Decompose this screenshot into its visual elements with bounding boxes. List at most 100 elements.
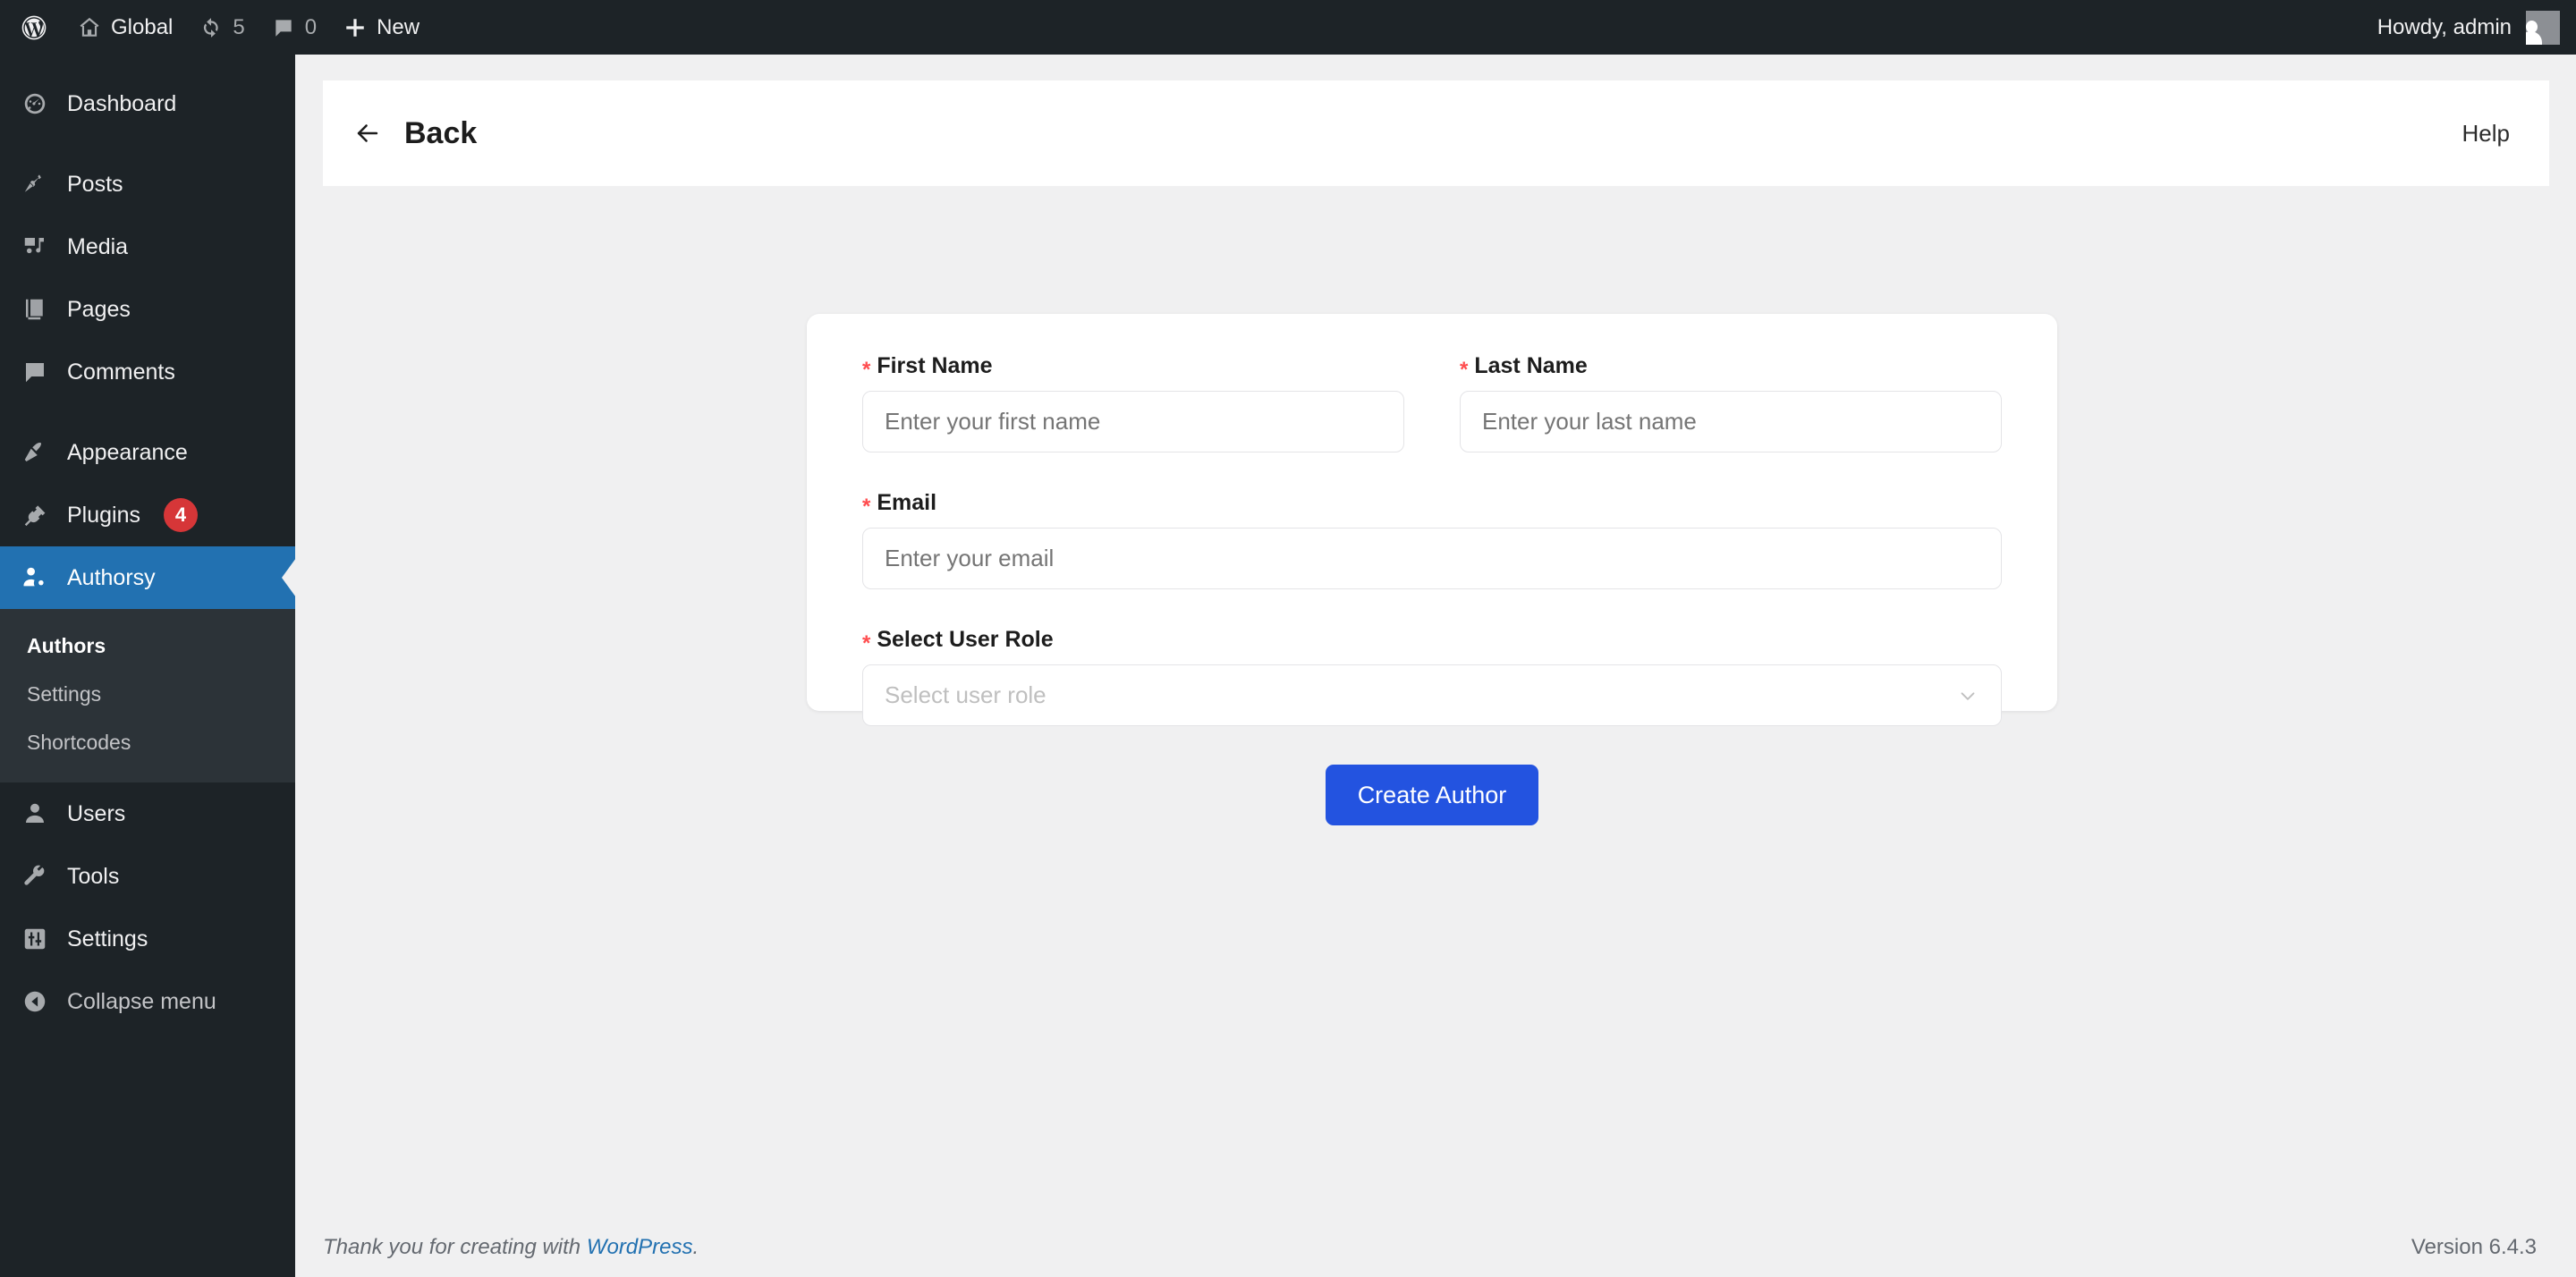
media-icon bbox=[20, 232, 50, 262]
back-button[interactable]: Back bbox=[351, 116, 477, 151]
sliders-icon bbox=[20, 924, 50, 954]
plug-icon bbox=[20, 500, 50, 530]
first-name-label-text: First Name bbox=[877, 353, 993, 378]
user-role-select[interactable]: Select user role bbox=[862, 664, 2002, 726]
admin-bar: Global 5 0 New Howdy, admin bbox=[0, 0, 2576, 55]
sidebar-item-tools[interactable]: Tools bbox=[0, 845, 295, 908]
sidebar-item-settings[interactable]: Settings bbox=[0, 908, 295, 970]
email-field-group: * Email bbox=[862, 490, 2002, 589]
footer-thanks: Thank you for creating with WordPress. bbox=[323, 1235, 699, 1260]
main-content-area: Back Help * First Name * Last Name bbox=[295, 55, 2576, 1277]
sidebar-item-label: Media bbox=[67, 233, 129, 259]
sidebar-item-plugins[interactable]: Plugins 4 bbox=[0, 484, 295, 546]
collapse-icon bbox=[20, 986, 50, 1017]
updates-menu[interactable]: 5 bbox=[186, 0, 258, 55]
admin-footer: Thank you for creating with WordPress. V… bbox=[295, 1218, 2576, 1277]
sidebar-item-label: Settings bbox=[67, 926, 148, 951]
footer-thanks-text: Thank you for creating with bbox=[323, 1235, 587, 1259]
submenu-item-settings[interactable]: Settings bbox=[0, 670, 295, 718]
required-asterisk: * bbox=[862, 631, 871, 655]
menu-spacer-2 bbox=[0, 403, 295, 421]
admin-sidebar-menu: Dashboard Posts Media Pages Comments App… bbox=[0, 55, 295, 1277]
dashboard-icon bbox=[20, 89, 50, 119]
sidebar-item-label: Collapse menu bbox=[67, 988, 216, 1014]
last-name-input[interactable] bbox=[1460, 391, 2002, 452]
sidebar-item-label: Plugins bbox=[67, 502, 140, 528]
updates-refresh-icon bbox=[199, 16, 223, 39]
howdy-label: Howdy, admin bbox=[2377, 14, 2512, 39]
pages-icon bbox=[20, 294, 50, 325]
first-name-field-group: * First Name bbox=[862, 353, 1404, 452]
last-name-label-text: Last Name bbox=[1474, 353, 1588, 378]
sidebar-item-comments[interactable]: Comments bbox=[0, 341, 295, 403]
sidebar-item-dashboard[interactable]: Dashboard bbox=[0, 72, 295, 135]
back-label: Back bbox=[404, 115, 478, 150]
plugins-update-badge: 4 bbox=[164, 498, 198, 532]
admin-bar-left: Global 5 0 New bbox=[0, 0, 433, 55]
avatar bbox=[2526, 10, 2560, 45]
email-input[interactable] bbox=[862, 528, 2002, 589]
new-content-menu[interactable]: New bbox=[330, 0, 433, 55]
user-role-label-text: Select User Role bbox=[877, 627, 1054, 652]
comments-menu[interactable]: 0 bbox=[258, 0, 330, 55]
user-role-placeholder: Select user role bbox=[885, 681, 1046, 708]
authorsy-submenu: Authors Settings Shortcodes bbox=[0, 609, 295, 782]
last-name-label: * Last Name bbox=[1460, 353, 2002, 381]
sidebar-item-label: Comments bbox=[67, 359, 175, 385]
create-author-button[interactable]: Create Author bbox=[1325, 765, 1539, 825]
menu-spacer-1 bbox=[0, 135, 295, 153]
home-icon bbox=[78, 16, 101, 39]
sidebar-item-label: Posts bbox=[67, 171, 123, 197]
help-button[interactable]: Help bbox=[2462, 120, 2510, 148]
first-name-label: * First Name bbox=[862, 353, 1404, 382]
wordpress-version: Version 6.4.3 bbox=[2411, 1235, 2537, 1259]
menu-spacer-top bbox=[0, 55, 295, 72]
wordpress-logo-icon bbox=[20, 13, 48, 42]
sidebar-item-posts[interactable]: Posts bbox=[0, 153, 295, 216]
last-name-field-group: * Last Name bbox=[1460, 353, 2002, 452]
sidebar-item-label: Appearance bbox=[67, 439, 188, 465]
submenu-item-shortcodes[interactable]: Shortcodes bbox=[0, 718, 295, 766]
comment-bubble-icon bbox=[272, 16, 295, 39]
site-name-menu[interactable]: Global bbox=[64, 0, 186, 55]
my-account-menu[interactable]: Howdy, admin bbox=[2377, 0, 2576, 55]
required-asterisk: * bbox=[862, 358, 871, 382]
new-content-label: New bbox=[377, 14, 420, 39]
sidebar-item-appearance[interactable]: Appearance bbox=[0, 421, 295, 484]
field-gap-2 bbox=[862, 589, 2002, 627]
wordpress-logo-menu[interactable] bbox=[0, 0, 64, 55]
user-role-field-group: * Select User Role Select user role bbox=[862, 627, 2002, 726]
field-gap-1 bbox=[862, 452, 2002, 490]
wordpress-link[interactable]: WordPress bbox=[587, 1235, 693, 1259]
name-fields-row: * First Name * Last Name bbox=[862, 353, 2002, 452]
create-author-form-card: * First Name * Last Name * Email bbox=[807, 314, 2057, 825]
submenu-item-label: Shortcodes bbox=[27, 731, 131, 754]
plus-icon bbox=[343, 16, 367, 39]
user-icon bbox=[20, 799, 50, 829]
comment-icon bbox=[20, 357, 50, 387]
arrow-left-icon bbox=[351, 116, 385, 150]
first-name-input[interactable] bbox=[862, 391, 1404, 452]
sidebar-item-media[interactable]: Media bbox=[0, 216, 295, 278]
page-header-bar: Back Help bbox=[323, 80, 2549, 186]
site-name-label: Global bbox=[111, 14, 174, 39]
comments-count: 0 bbox=[304, 14, 318, 39]
submenu-item-label: Settings bbox=[27, 682, 102, 706]
updates-count: 5 bbox=[233, 14, 245, 39]
sidebar-item-label: Authorsy bbox=[67, 564, 156, 590]
sidebar-item-pages[interactable]: Pages bbox=[0, 278, 295, 341]
sidebar-item-users[interactable]: Users bbox=[0, 782, 295, 845]
sidebar-item-collapse-menu[interactable]: Collapse menu bbox=[0, 970, 295, 1033]
submenu-item-authors[interactable]: Authors bbox=[0, 622, 295, 670]
submenu-item-label: Authors bbox=[27, 634, 106, 657]
user-role-label: * Select User Role bbox=[862, 627, 2002, 655]
user-gear-icon bbox=[20, 562, 50, 593]
email-label: * Email bbox=[862, 490, 2002, 518]
sidebar-item-label: Dashboard bbox=[67, 90, 177, 116]
email-label-text: Email bbox=[877, 490, 937, 515]
wrench-icon bbox=[20, 861, 50, 892]
sidebar-item-authorsy[interactable]: Authorsy bbox=[0, 546, 295, 609]
sidebar-item-label: Pages bbox=[67, 296, 131, 322]
submit-row: Create Author bbox=[862, 765, 2002, 825]
help-label: Help bbox=[2462, 119, 2510, 147]
